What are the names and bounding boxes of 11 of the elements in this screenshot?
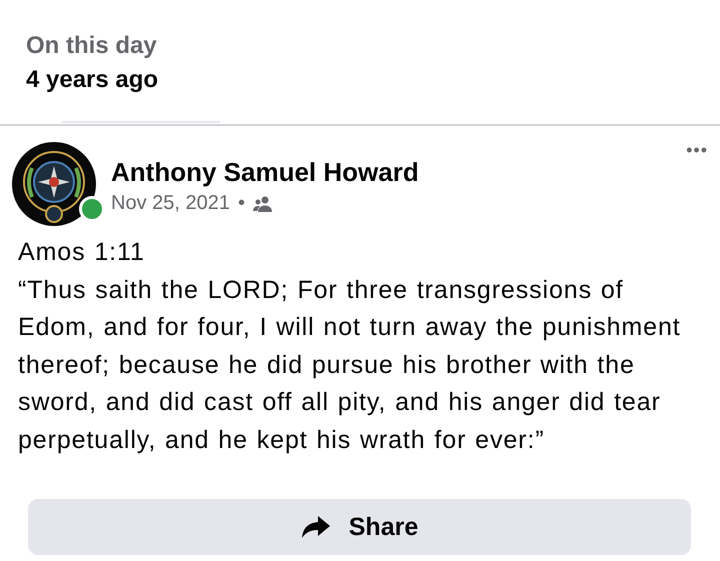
- section-title: On this day: [26, 32, 158, 60]
- separator: •: [238, 192, 245, 215]
- more-options[interactable]: •••: [686, 140, 708, 161]
- author-name[interactable]: Anthony Samuel Howard: [111, 157, 686, 188]
- post-date[interactable]: Nov 25, 2021: [111, 192, 230, 215]
- friends-icon: [253, 196, 273, 212]
- post-text: “Thus saith the LORD; For three transgressions of Edom, and for four, I will not turn away the punishment thereof; because he did pursue his brother with the sword, and did cast off all pity, and his anger did tear perpetually, and he kept his wrath for ever:”: [18, 274, 682, 456]
- time-ago: 4 years ago: [26, 66, 160, 94]
- share-button[interactable]: Share: [28, 499, 691, 555]
- share-icon: [300, 515, 331, 539]
- post-text: Amos 1:11: [18, 237, 146, 268]
